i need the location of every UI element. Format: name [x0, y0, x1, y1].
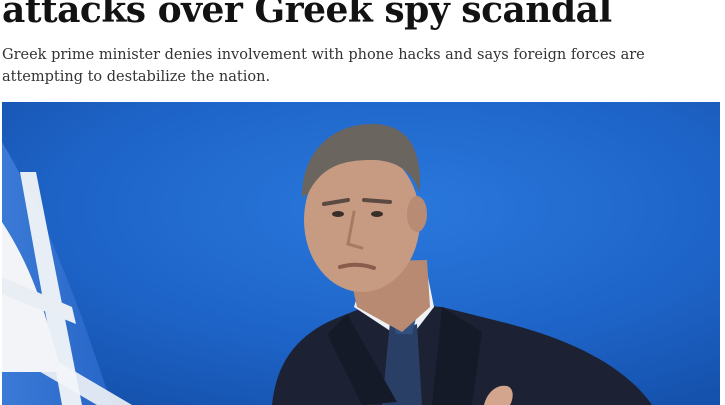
- article-page: attacks over Greek spy scandal Greek pri…: [0, 0, 725, 405]
- article-hero-image: [2, 102, 720, 405]
- article-headline: attacks over Greek spy scandal: [2, 0, 612, 31]
- page-right-margin: [720, 0, 725, 405]
- article-standfirst: Greek prime minister denies involvement …: [2, 47, 645, 85]
